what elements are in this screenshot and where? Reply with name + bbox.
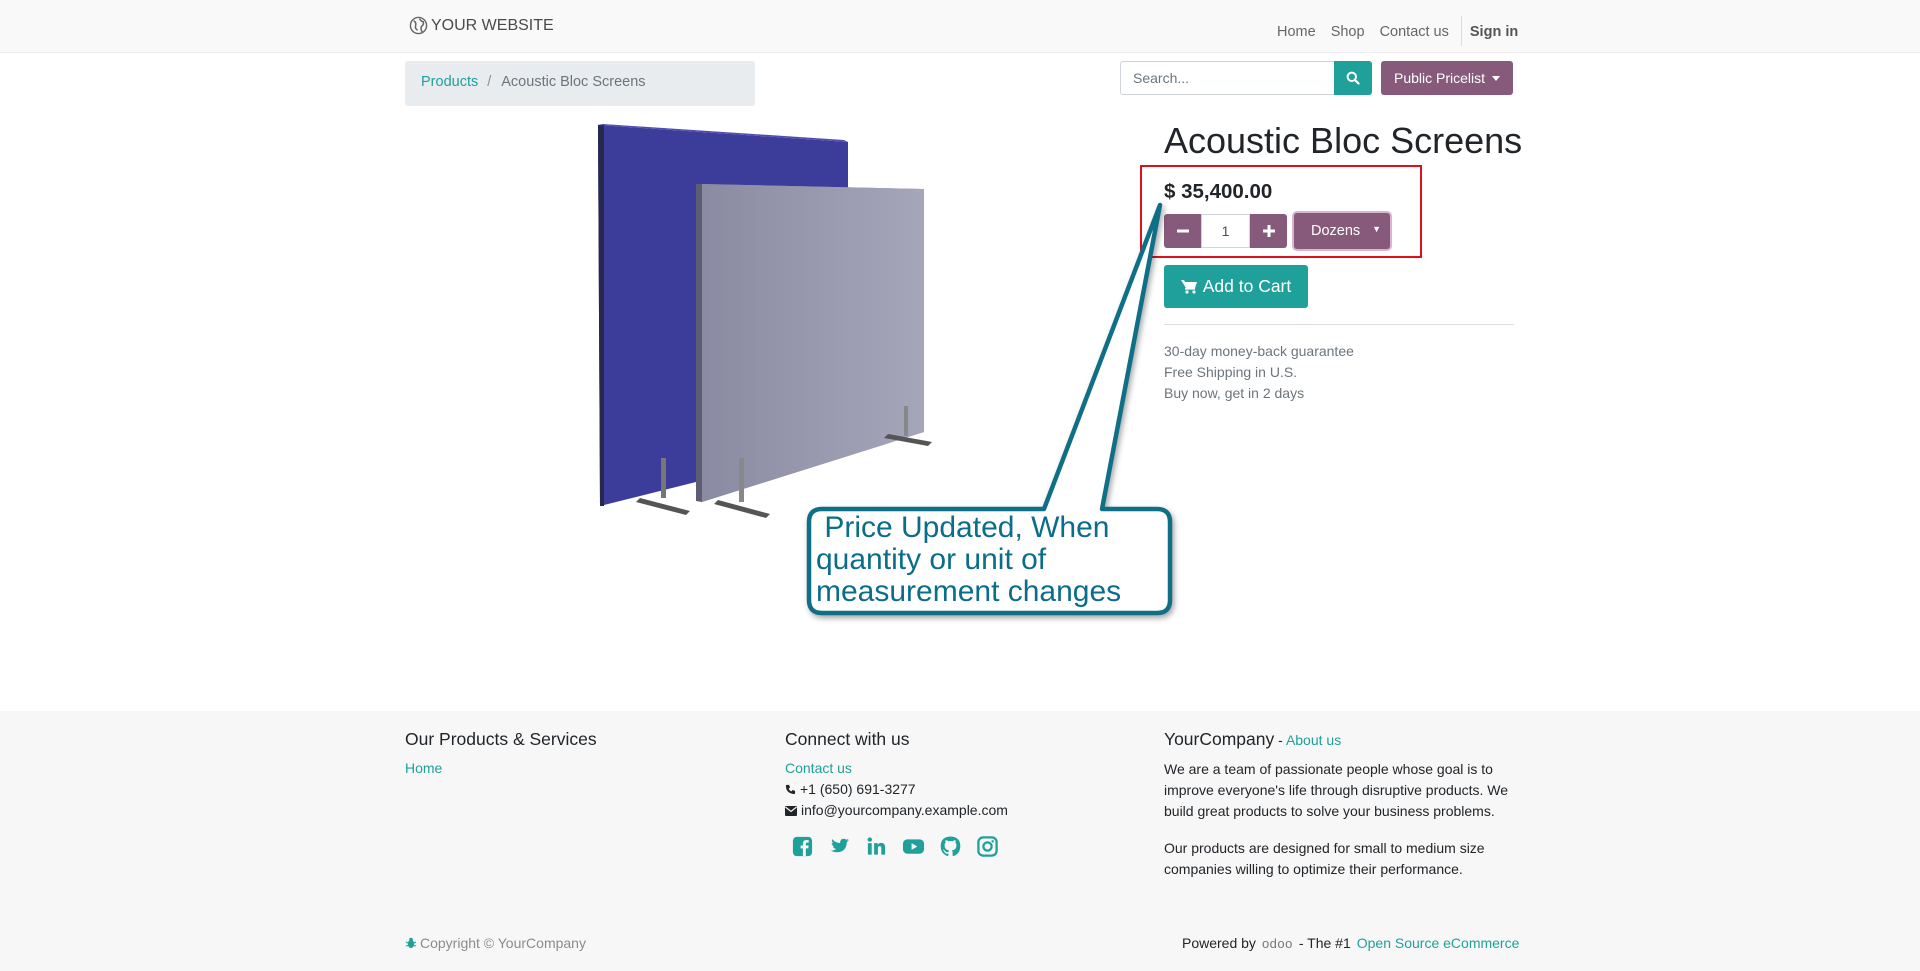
phone-icon [785,784,796,795]
about-paragraph-2: Our products are designed for small to m… [1164,840,1485,877]
facebook-icon[interactable] [791,835,814,858]
globe-icon [409,16,428,35]
tagline-text: - The #1 [1298,935,1351,951]
social-links [791,835,1135,858]
copyright: Copyright © YourCompany [405,935,586,951]
company-name: YourCompany [1164,729,1275,749]
quantity-input[interactable] [1201,214,1250,248]
product-perks: 30-day money-back guarantee Free Shippin… [1164,341,1354,404]
linkedin-icon[interactable] [865,835,888,858]
search-icon [1346,71,1360,85]
bug-icon [405,937,417,948]
title-dash: - [1274,732,1286,748]
chevron-down-icon [1492,75,1501,81]
nav-contact-us[interactable]: Contact us [1380,24,1449,40]
twitter-icon[interactable] [828,835,851,858]
nav-divider [1460,16,1462,46]
powered-by-label: Powered by [1182,935,1256,951]
search-button[interactable] [1334,61,1372,95]
breadcrumb-products[interactable]: Products [421,74,478,90]
cart-icon [1180,280,1197,294]
footer-products-column: Our Products & Services Home [405,728,755,779]
odoo-logo[interactable]: odoo [1262,936,1293,951]
footer-products-title: Our Products & Services [405,729,597,749]
footer-email: info@yourcompany.example.com [785,800,1135,821]
brand-logo[interactable]: YOUR WEBSITE [409,16,554,35]
copyright-text: Copyright © YourCompany [420,935,586,951]
quantity-stepper: Dozens ▼ [1164,213,1390,249]
footer-phone: +1 (650) 691-3277 [785,779,1135,800]
increase-quantity-button[interactable] [1250,214,1287,248]
caret-down-icon: ▼ [1372,224,1381,234]
brand-name: YOUR WEBSITE [431,16,554,34]
callout-line-1: Price Updated, When [816,511,1110,544]
plus-icon [1262,225,1275,237]
sign-in-link[interactable]: Sign in [1470,24,1518,40]
breadcrumb-current: Acoustic Bloc Screens [501,74,646,90]
perk-money-back: 30-day money-back guarantee [1164,343,1354,359]
footer-connect-column: Connect with us Contact us +1 (650) 691-… [785,728,1135,858]
phone-number: +1 (650) 691-3277 [800,781,916,797]
footer-about-column: YourCompany - About us We are a team of … [1164,728,1524,896]
breadcrumb: Products / Acoustic Bloc Screens [405,61,755,106]
github-icon[interactable] [939,835,962,858]
footer-home-link[interactable]: Home [405,758,755,779]
uom-select[interactable]: Dozens ▼ [1294,213,1390,249]
callout-line-2: quantity or unit of [816,543,1047,576]
instagram-icon[interactable] [976,835,999,858]
powered-by: Powered by odoo - The #1 Open Source eCo… [1182,935,1519,951]
about-paragraph-1: We are a team of passionate people whose… [1164,761,1509,819]
open-source-ecommerce-link[interactable]: Open Source eCommerce [1357,935,1520,951]
callout-text: Price Updated, When quantity or unit of … [816,512,1166,608]
pricelist-dropdown[interactable]: Public Pricelist [1381,61,1514,95]
footer-connect-title: Connect with us [785,729,910,749]
envelope-icon [785,805,797,816]
add-to-cart-label: Add to Cart [1202,276,1292,296]
about-us-link[interactable]: About us [1286,732,1341,748]
nav-home[interactable]: Home [1277,24,1316,40]
minus-icon [1176,229,1189,233]
uom-selected: Dozens [1311,223,1361,239]
youtube-icon[interactable] [902,835,925,858]
product-price: $ 35,400.00 [1164,180,1273,203]
product-title: Acoustic Bloc Screens [1164,120,1523,161]
divider [1164,324,1514,325]
nav-shop[interactable]: Shop [1331,24,1365,40]
footer: Our Products & Services Home Connect wit… [0,711,1920,971]
search-bar [1120,61,1372,95]
add-to-cart-button[interactable]: Add to Cart [1164,265,1308,308]
top-navbar: YOUR WEBSITE Home Shop Contact us Sign i… [0,0,1920,53]
pricelist-label: Public Pricelist [1394,70,1486,86]
main-nav: Home Shop Contact us Sign in [1277,16,1518,47]
decrease-quantity-button[interactable] [1164,214,1201,248]
perk-free-shipping: Free Shipping in U.S. [1164,364,1298,380]
search-input[interactable] [1120,61,1334,95]
callout-line-3: measurement changes [816,575,1122,608]
footer-about-title: YourCompany - About us [1164,728,1524,751]
breadcrumb-separator: / [487,74,492,90]
footer-contact-link[interactable]: Contact us [785,758,1135,779]
perk-delivery: Buy now, get in 2 days [1164,385,1305,401]
product-image [598,124,932,518]
email-address: info@yourcompany.example.com [801,802,1008,818]
